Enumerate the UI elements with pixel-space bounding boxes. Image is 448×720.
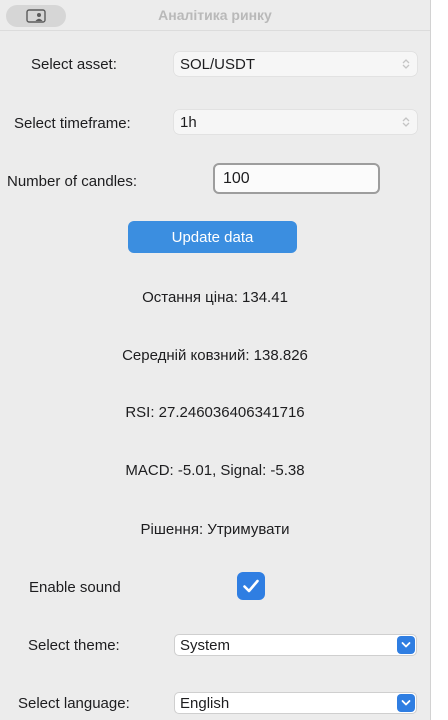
language-label: Select language: bbox=[18, 695, 130, 712]
theme-select-value: System bbox=[180, 636, 231, 654]
last-price-text: Остання ціна: 134.41 bbox=[142, 289, 288, 306]
app-window: Аналітика ринку Select asset: SOL/USDT S… bbox=[0, 0, 431, 720]
language-select[interactable]: English bbox=[174, 692, 417, 714]
macd-text: MACD: -5.01, Signal: -5.38 bbox=[125, 462, 305, 479]
language-select-value: English bbox=[180, 694, 230, 712]
title-bar: Аналітика ринку bbox=[0, 0, 430, 31]
asset-select[interactable]: SOL/USDT bbox=[174, 52, 417, 76]
timeframe-select-value: 1h bbox=[180, 113, 197, 131]
chevron-down-icon bbox=[401, 700, 411, 706]
rsi-text: RSI: 27.246036406341716 bbox=[125, 404, 305, 421]
asset-label: Select asset: bbox=[31, 56, 117, 73]
asset-select-value: SOL/USDT bbox=[180, 55, 256, 73]
timeframe-select[interactable]: 1h bbox=[174, 110, 417, 134]
chevron-down-icon bbox=[401, 642, 411, 648]
sound-checkbox[interactable] bbox=[237, 572, 265, 600]
language-dropdown-button[interactable] bbox=[397, 694, 415, 712]
decision-text: Рішення: Утримувати bbox=[140, 521, 290, 538]
checkmark-icon bbox=[243, 579, 259, 593]
theme-dropdown-button[interactable] bbox=[397, 636, 415, 654]
chevron-up-down-icon bbox=[402, 117, 410, 127]
candles-input[interactable]: 100 bbox=[213, 163, 380, 194]
theme-select[interactable]: System bbox=[174, 634, 417, 656]
moving-average-text: Середній ковзний: 138.826 bbox=[122, 347, 308, 364]
timeframe-label: Select timeframe: bbox=[14, 115, 131, 132]
window-title: Аналітика ринку bbox=[158, 7, 272, 23]
candles-label: Number of candles: bbox=[7, 173, 138, 190]
sound-label: Enable sound bbox=[29, 579, 121, 596]
update-data-button[interactable]: Update data bbox=[128, 221, 297, 253]
theme-label: Select theme: bbox=[28, 637, 120, 654]
chevron-up-down-icon bbox=[402, 59, 410, 69]
